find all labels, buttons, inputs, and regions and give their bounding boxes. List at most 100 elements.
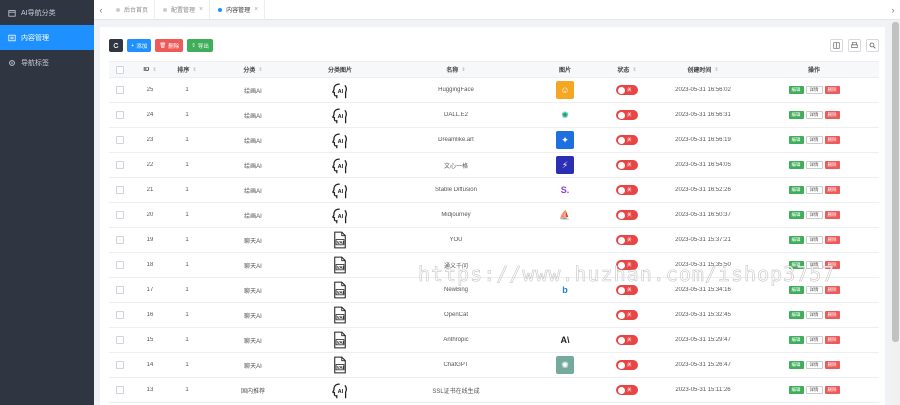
header-sort[interactable]: 排序 ⇕ [169, 65, 205, 75]
row-checkbox[interactable] [116, 161, 124, 169]
table-row[interactable]: 20 1 绘画AI AI Midjourney ⛵ 关 2023-05-31 16:50:37… [109, 203, 879, 228]
header-category[interactable]: 分类 ⇕ [205, 65, 301, 75]
table-row[interactable]: 16 1 聊天AI VAI OpenCat 关 2023-05-31 15:32:45 编辑详… [109, 303, 879, 328]
sidebar-item-1[interactable]: 内容管理 [0, 25, 94, 50]
status-toggle[interactable]: 关 [616, 185, 638, 195]
row-delete-button[interactable]: 删除 [824, 261, 840, 269]
detail-button[interactable]: 详情 [805, 136, 823, 144]
export-button[interactable]: ⇪ 导出 [187, 39, 213, 52]
search-button[interactable] [866, 39, 879, 52]
columns-button[interactable] [830, 39, 843, 52]
row-delete-button[interactable]: 删除 [824, 311, 840, 319]
add-button[interactable]: + 添加 [127, 39, 152, 52]
detail-button[interactable]: 详情 [805, 261, 823, 269]
row-checkbox[interactable] [116, 386, 124, 394]
row-delete-button[interactable]: 删除 [824, 161, 840, 169]
header-status[interactable]: 状态 ⇕ [597, 65, 657, 75]
detail-button[interactable]: 详情 [805, 336, 823, 344]
detail-button[interactable]: 详情 [805, 236, 823, 244]
row-checkbox[interactable] [116, 186, 124, 194]
tabs-scroll-right-icon[interactable]: › [886, 0, 900, 20]
delete-button[interactable]: 🗑 删除 [155, 39, 184, 52]
status-toggle[interactable]: 关 [616, 360, 638, 370]
edit-button[interactable]: 编辑 [788, 236, 804, 244]
row-delete-button[interactable]: 删除 [824, 236, 840, 244]
row-delete-button[interactable]: 删除 [824, 386, 840, 394]
status-toggle[interactable]: 关 [616, 310, 638, 320]
status-toggle[interactable]: 关 [616, 135, 638, 145]
select-all-checkbox[interactable] [116, 65, 124, 74]
status-toggle[interactable]: 关 [616, 85, 638, 95]
header-name[interactable]: 名称 ⇕ [379, 65, 533, 75]
row-delete-button[interactable]: 删除 [824, 361, 840, 369]
row-delete-button[interactable]: 删除 [824, 136, 840, 144]
edit-button[interactable]: 编辑 [788, 261, 804, 269]
tabs-scroll-left-icon[interactable]: ‹ [94, 0, 108, 20]
table-row[interactable]: 25 1 绘画AI AI HuggingFace ☺ 关 2023-05-31 16:56:0… [109, 78, 879, 103]
row-checkbox[interactable] [116, 336, 124, 344]
edit-button[interactable]: 编辑 [788, 286, 804, 294]
status-toggle[interactable]: 关 [616, 285, 638, 295]
refresh-button[interactable] [109, 39, 123, 52]
table-row[interactable]: 19 1 聊天AI VAI YOU 关 2023-05-31 15:37:21 编辑 详情 删除 [109, 228, 879, 253]
status-toggle[interactable]: 关 [616, 385, 638, 395]
row-checkbox[interactable] [116, 211, 124, 219]
scrollbar-thumb[interactable] [892, 22, 899, 342]
row-checkbox[interactable] [116, 136, 124, 144]
row-delete-button[interactable]: 删除 [824, 286, 840, 294]
edit-button[interactable]: 编辑 [788, 161, 804, 169]
tab-1[interactable]: 配置管理 × [155, 0, 211, 20]
edit-button[interactable]: 编辑 [788, 111, 804, 119]
row-delete-button[interactable]: 删除 [824, 211, 840, 219]
print-button[interactable] [848, 39, 861, 52]
table-row[interactable]: 22 1 绘画AI AI 文心一格 ⚡ 关 2023-05-31 16:54:05 编辑 详情 删除 [109, 153, 879, 178]
edit-button[interactable]: 编辑 [788, 311, 804, 319]
edit-button[interactable]: 编辑 [788, 336, 804, 344]
detail-button[interactable]: 详情 [805, 311, 823, 319]
status-toggle[interactable]: 关 [616, 210, 638, 220]
table-row[interactable]: 14 1 聊天AI VAI ChatGPT ✺ 关 2023-05-31 15:26:47 编辑… [109, 353, 879, 378]
status-toggle[interactable]: 关 [616, 260, 638, 270]
row-checkbox[interactable] [116, 111, 124, 119]
edit-button[interactable]: 编辑 [788, 211, 804, 219]
detail-button[interactable]: 详情 [805, 161, 823, 169]
detail-button[interactable]: 详情 [805, 186, 823, 194]
detail-button[interactable]: 详情 [805, 361, 823, 369]
status-toggle[interactable]: 关 [616, 110, 638, 120]
row-checkbox[interactable] [116, 236, 124, 244]
header-created[interactable]: 创建时间 ⇕ [657, 65, 749, 75]
edit-button[interactable]: 编辑 [788, 361, 804, 369]
edit-button[interactable]: 编辑 [788, 86, 804, 94]
sidebar-item-2[interactable]: 导航标签 [0, 50, 94, 75]
row-checkbox[interactable] [116, 261, 124, 269]
row-checkbox[interactable] [116, 361, 124, 369]
close-icon[interactable]: × [254, 6, 258, 13]
close-icon[interactable]: × [199, 6, 203, 13]
row-checkbox[interactable] [116, 86, 124, 94]
sidebar-item-0[interactable]: AI导航分类 [0, 0, 94, 25]
edit-button[interactable]: 编辑 [788, 386, 804, 394]
row-delete-button[interactable]: 删除 [824, 186, 840, 194]
tab-0[interactable]: 后台首页 [108, 0, 156, 20]
table-row[interactable]: 17 1 聊天AI VAI NewBing b 关 2023-05-31 15:34:16 编辑… [109, 278, 879, 303]
status-toggle[interactable]: 关 [616, 235, 638, 245]
row-delete-button[interactable]: 删除 [824, 86, 840, 94]
row-delete-button[interactable]: 删除 [824, 111, 840, 119]
table-row[interactable]: 18 1 聊天AI VAI 通义千问 关 2023-05-31 15:35:50 编辑 详情 删除 [109, 253, 879, 278]
table-row[interactable]: 23 1 绘画AI AI Dreamlike.art ✦ 关 2023-05-31 16:56… [109, 128, 879, 153]
table-row[interactable]: 13 1 国内推荐 AI SSL证书在线生成 关 2023-05-31 15:11:26 编辑… [109, 378, 879, 403]
row-delete-button[interactable]: 删除 [824, 336, 840, 344]
edit-button[interactable]: 编辑 [788, 186, 804, 194]
detail-button[interactable]: 详情 [805, 386, 823, 394]
row-checkbox[interactable] [116, 286, 124, 294]
detail-button[interactable]: 详情 [805, 211, 823, 219]
row-checkbox[interactable] [116, 311, 124, 319]
detail-button[interactable]: 详情 [805, 86, 823, 94]
detail-button[interactable]: 详情 [805, 111, 823, 119]
table-row[interactable]: 21 1 绘画AI AI Stable Diffusion S. 关 2023-05-31 1… [109, 178, 879, 203]
table-row[interactable]: 15 1 聊天AI VAI Anthropic A\ 关 2023-05-31 15:29:4… [109, 328, 879, 353]
edit-button[interactable]: 编辑 [788, 136, 804, 144]
page-scrollbar[interactable] [891, 20, 900, 405]
status-toggle[interactable]: 关 [616, 335, 638, 345]
header-id[interactable]: ID ⇕ [131, 67, 169, 73]
